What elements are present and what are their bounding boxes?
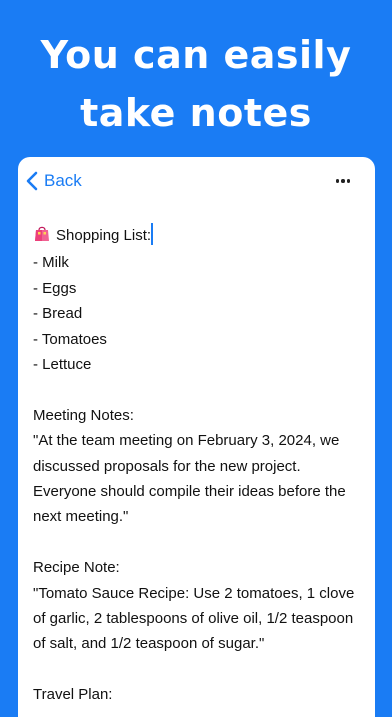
note-line: "At the team meeting on February 3, 2024… [33, 432, 340, 450]
note-line: next meeting." [33, 508, 129, 526]
note-line: Shopping List: [33, 223, 363, 250]
chevron-left-icon [26, 171, 38, 191]
note-line: of garlic, 2 tablespoons of olive oil, 1… [33, 610, 354, 628]
shopping-bag-icon [33, 224, 51, 250]
note-line: - Tomatoes [33, 330, 107, 348]
note-line: of salt, and 1/2 teaspoon of sugar." [33, 635, 265, 653]
note-line: Everyone should compile their ideas befo… [33, 483, 346, 501]
note-line: "Tomato Sauce Recipe: Use 2 tomatoes, 1 … [33, 584, 355, 602]
note-text-area[interactable]: Shopping List: - Milk - Eggs - Bread - T… [33, 223, 363, 708]
back-label: Back [44, 171, 82, 190]
ellipsis-dot [346, 179, 351, 183]
note-editor-screen: Back Shopping List: - Milk - Eggs - Brea… [18, 157, 375, 717]
navigation-bar: Back [18, 157, 375, 205]
note-line: - Lettuce [33, 356, 92, 374]
ellipsis-dot [341, 179, 345, 183]
note-line-text: Shopping List: [56, 227, 152, 244]
note-line: Meeting Notes: [33, 406, 134, 424]
headline-line-2: take notes [80, 91, 312, 135]
more-options-button[interactable] [331, 173, 355, 189]
text-cursor [151, 223, 154, 245]
note-line [33, 530, 363, 555]
note-line: - Milk [33, 254, 69, 272]
ellipsis-icon [335, 179, 340, 183]
headline-line-1: You can easily [40, 33, 352, 77]
note-line: Recipe Note: [33, 559, 120, 577]
headline: You can easily take notes [0, 26, 392, 142]
note-line: discussed proposals for the new project. [33, 457, 301, 475]
note-line [33, 657, 363, 682]
note-line: Travel Plan: [33, 686, 113, 704]
note-line: - Eggs [33, 279, 77, 297]
note-line [33, 377, 363, 402]
note-line: - Bread [33, 305, 83, 323]
back-button[interactable]: Back [26, 169, 82, 193]
